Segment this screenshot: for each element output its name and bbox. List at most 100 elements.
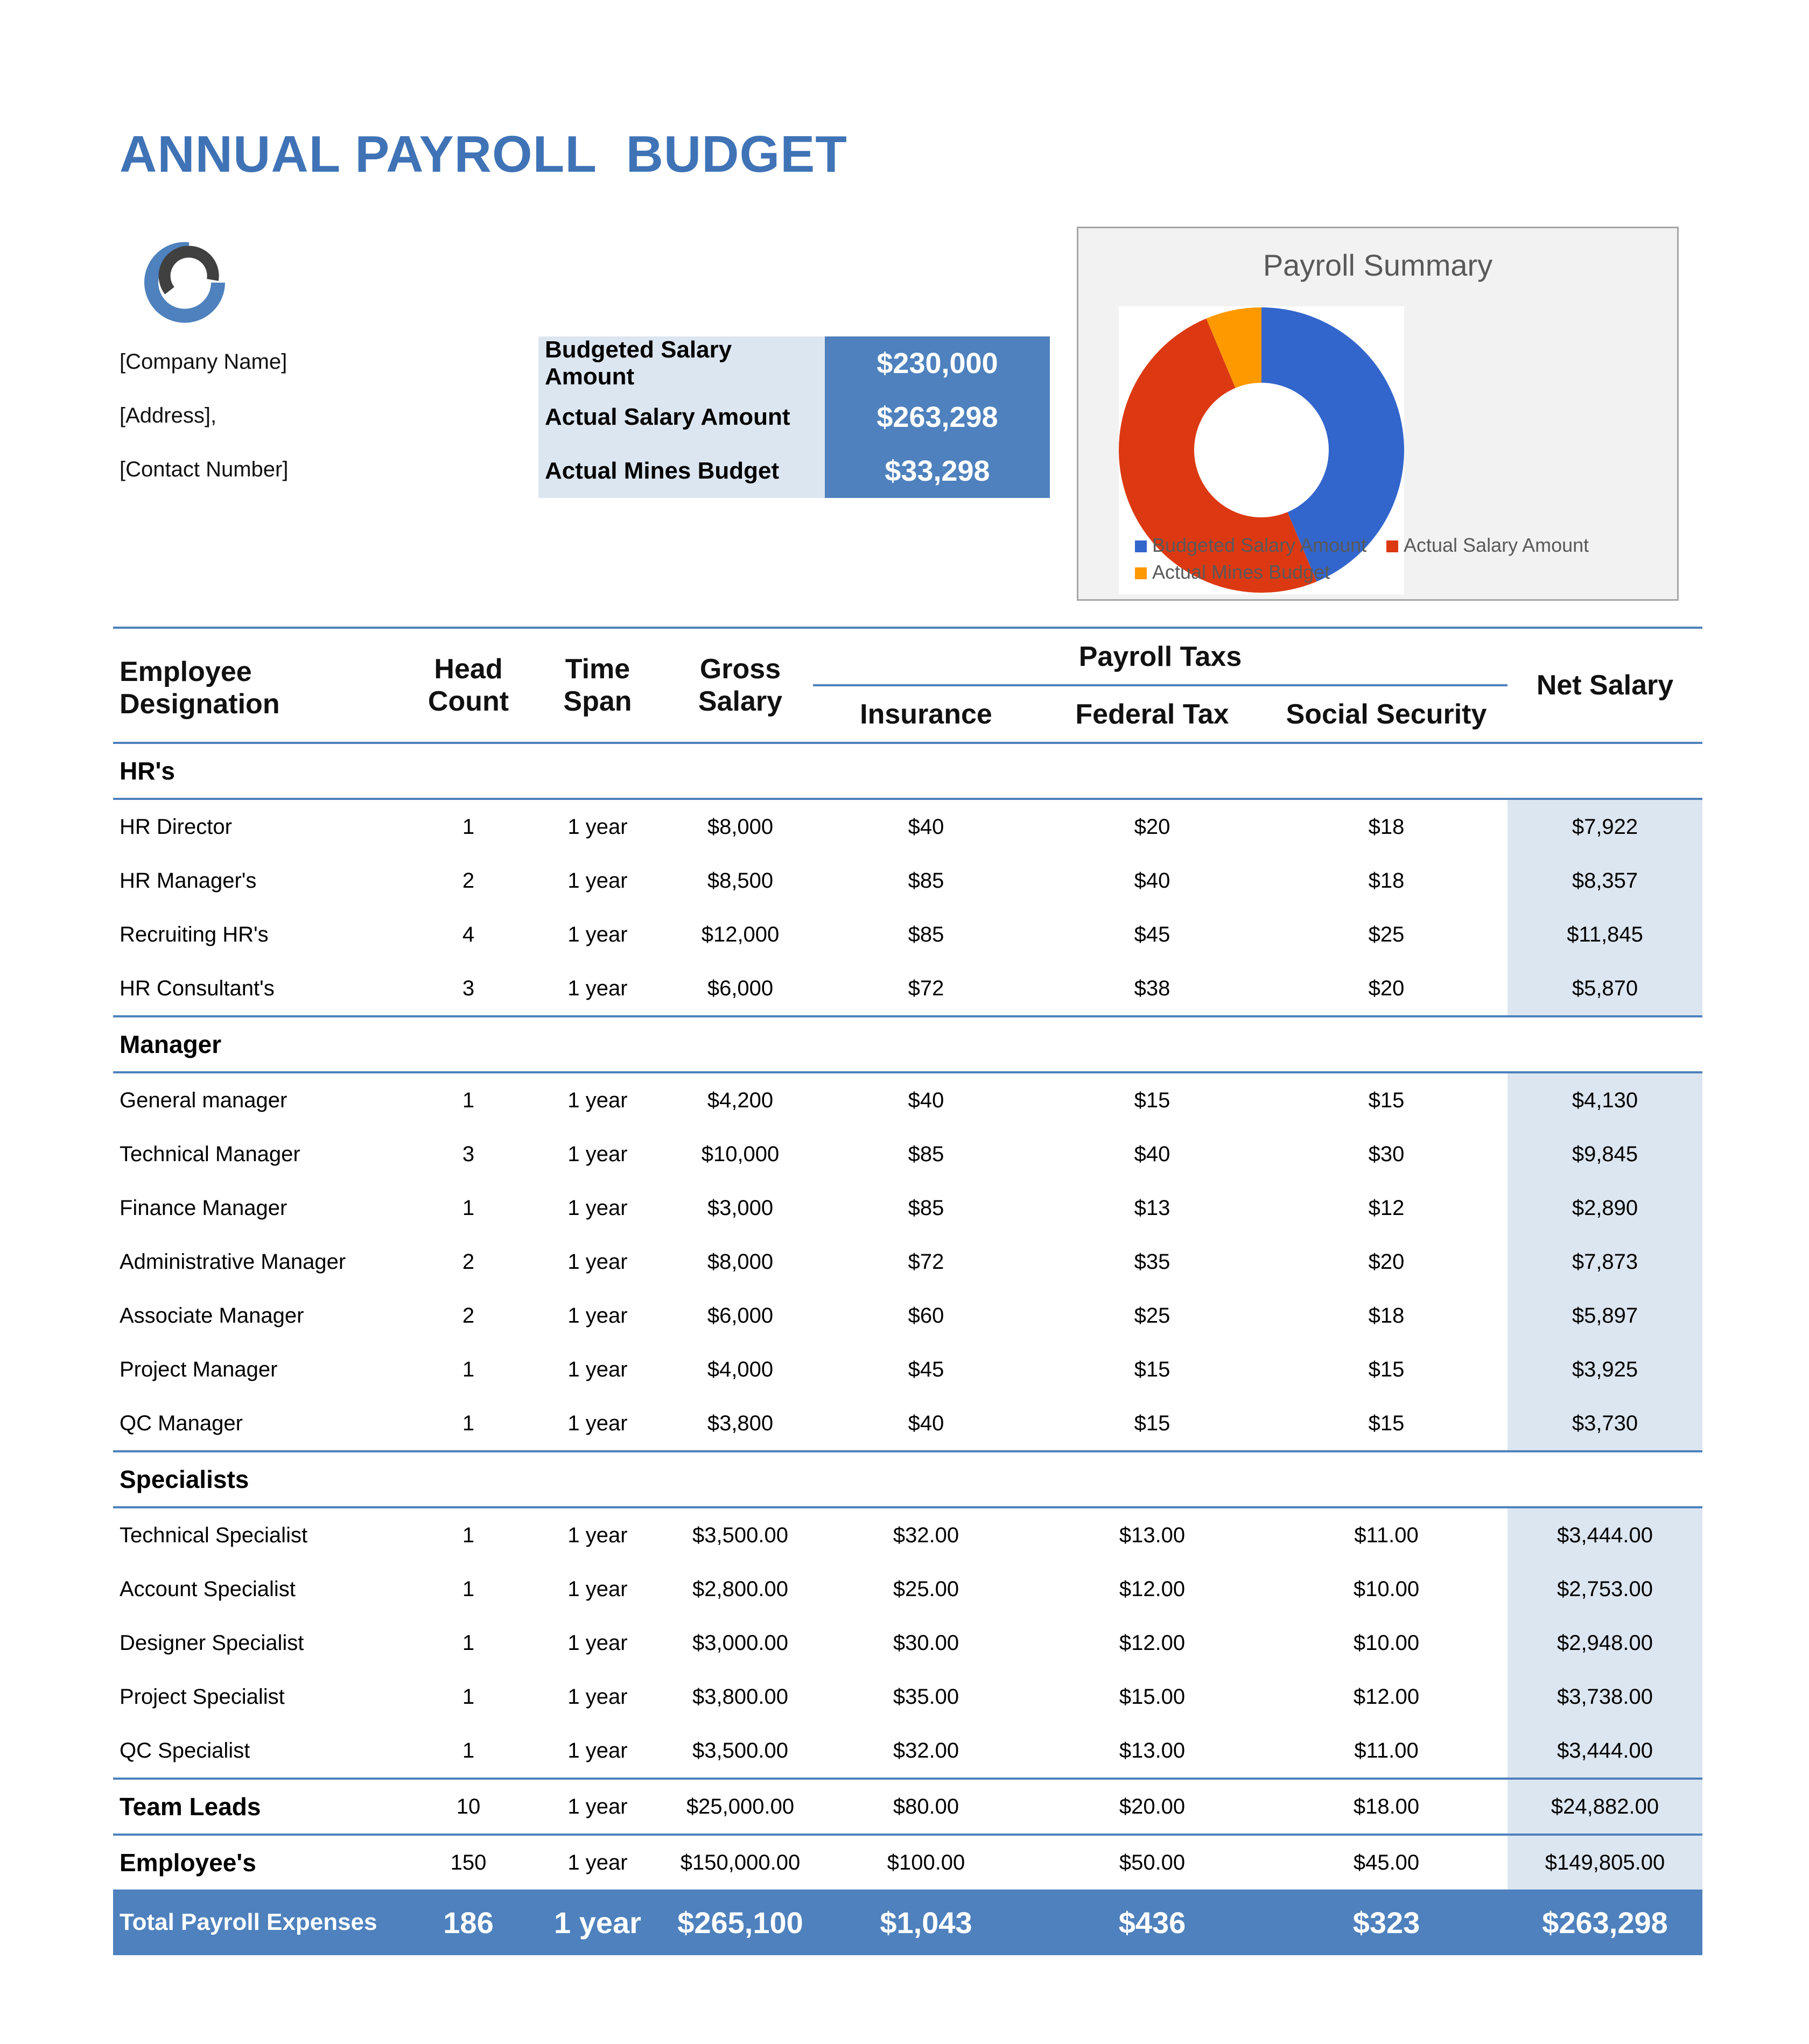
legend-label: Budgeted Salary Amount bbox=[1152, 534, 1367, 556]
table-row: Team Leads 10 1 year $25,000.00 $80.00 $20.00… bbox=[113, 1779, 1702, 1836]
cell-insurance: $85 bbox=[908, 1142, 944, 1166]
section-header-row: Specialists bbox=[113, 1451, 1702, 1508]
cell-head-count: 1 bbox=[462, 814, 475, 839]
cell-insurance: $72 bbox=[813, 961, 1039, 1017]
table-row: Finance Manager 1 1 year $3,000 $85 $13 $12 $2,… bbox=[113, 1181, 1702, 1235]
cell-gross-salary: $4,200 bbox=[707, 1088, 774, 1112]
header-federal-tax: Federal Tax bbox=[1039, 685, 1265, 744]
cell-gross-salary: $3,800.00 bbox=[692, 1684, 788, 1709]
summary-label: Actual Salary Amount bbox=[538, 390, 825, 444]
cell-gross-salary: $10,000 bbox=[701, 1142, 780, 1166]
cell-social-security: $12.00 bbox=[1353, 1684, 1420, 1709]
cell-net-salary: $5,897 bbox=[1508, 1289, 1702, 1343]
legend-item: Actual Salary Amount bbox=[1386, 534, 1589, 557]
total-federal-tax: $436 bbox=[1039, 1890, 1265, 1955]
section-title: Specialists bbox=[113, 1451, 1702, 1508]
table-row: Project Manager 1 1 year $4,000 $45 $15 $15 $3,… bbox=[113, 1343, 1702, 1396]
cell-head-count: 3 bbox=[409, 961, 528, 1017]
header-row: Employee Designation Head Count Time Spa… bbox=[113, 628, 1702, 744]
cell-name: Project Manager bbox=[120, 1357, 278, 1381]
legend-swatch bbox=[1135, 540, 1147, 553]
cell-time-span: 1 year bbox=[567, 1684, 628, 1709]
table-row: Account Specialist 1 1 year $2,800.00 $25.00… bbox=[113, 1562, 1702, 1616]
cell-gross-salary: $6,000 bbox=[707, 1303, 774, 1327]
table-row: HR Manager's 2 1 year $8,500 $85 $40 $18 $8,357 bbox=[113, 854, 1702, 908]
section-title: HR's bbox=[113, 743, 1702, 800]
header-insurance: Insurance bbox=[813, 685, 1039, 744]
cell-time-span: 1 year bbox=[528, 961, 668, 1017]
table-row: HR Consultant's 3 1 year $6,000 $72 $38 $20 $5,… bbox=[113, 961, 1702, 1017]
cell-insurance: $100.00 bbox=[887, 1850, 965, 1874]
cell-social-security: $18 bbox=[1368, 814, 1405, 839]
cell-head-count: 2 bbox=[462, 1303, 475, 1327]
table-row: QC Specialist 1 1 year $3,500.00 $32.00 $13.0… bbox=[113, 1724, 1702, 1780]
cell-name: Associate Manager bbox=[120, 1303, 304, 1327]
cell-head-count: 1 bbox=[409, 1396, 528, 1452]
cell-name: Account Specialist bbox=[120, 1577, 296, 1601]
total-net-salary: $263,298 bbox=[1508, 1890, 1702, 1955]
cell-net-salary: $9,845 bbox=[1508, 1127, 1702, 1181]
cell-name: HR Consultant's bbox=[113, 961, 409, 1017]
cell-net-salary: $3,925 bbox=[1508, 1343, 1702, 1396]
cell-head-count: 4 bbox=[462, 922, 475, 946]
cell-net-salary: $8,357 bbox=[1508, 854, 1702, 908]
total-time-span: 1 year bbox=[528, 1890, 668, 1955]
summary-row: Budgeted Salary Amount $230,000 bbox=[538, 336, 1050, 390]
cell-time-span: 1 year bbox=[528, 1724, 668, 1780]
cell-time-span: 1 year bbox=[567, 868, 628, 893]
cell-gross-salary: $8,000 bbox=[707, 1249, 774, 1274]
cell-insurance: $85 bbox=[908, 922, 944, 946]
header-social-security: Social Security bbox=[1265, 685, 1508, 744]
cell-social-security: $10.00 bbox=[1353, 1577, 1420, 1601]
cell-social-security: $15 bbox=[1265, 1396, 1508, 1452]
cell-social-security: $18 bbox=[1368, 1303, 1405, 1327]
cell-federal-tax: $13.00 bbox=[1039, 1724, 1265, 1780]
total-name: Total Payroll Expenses bbox=[113, 1890, 409, 1955]
cell-social-security: $20 bbox=[1368, 1249, 1405, 1274]
cell-insurance: $32.00 bbox=[893, 1523, 959, 1547]
cell-net-salary: $4,130 bbox=[1508, 1072, 1702, 1127]
cell-social-security: $45.00 bbox=[1353, 1850, 1420, 1874]
cell-insurance: $85 bbox=[908, 1196, 944, 1220]
cell-gross-salary: $3,000 bbox=[707, 1196, 774, 1220]
cell-name: Project Specialist bbox=[120, 1684, 285, 1709]
cell-federal-tax: $38 bbox=[1039, 961, 1265, 1017]
cell-federal-tax: $15.00 bbox=[1119, 1684, 1186, 1709]
cell-time-span: 1 year bbox=[567, 922, 628, 946]
cell-federal-tax: $15 bbox=[1039, 1396, 1265, 1452]
legend-swatch bbox=[1386, 540, 1398, 553]
header-payroll-taxes: Payroll Taxs bbox=[813, 628, 1508, 686]
company-name: [Company Name] bbox=[120, 350, 288, 374]
cell-name: Designer Specialist bbox=[120, 1631, 304, 1655]
cell-insurance: $72 bbox=[908, 1249, 944, 1274]
cell-social-security: $11.00 bbox=[1354, 1523, 1419, 1547]
cell-time-span: 1 year bbox=[567, 1142, 628, 1166]
cell-name: Team Leads bbox=[113, 1779, 409, 1836]
cell-insurance: $85 bbox=[908, 868, 944, 893]
total-gross-salary: $265,100 bbox=[668, 1890, 813, 1955]
cell-insurance: $40 bbox=[908, 1088, 944, 1112]
cell-federal-tax: $40 bbox=[1134, 868, 1170, 893]
cell-net-salary: $5,870 bbox=[1508, 961, 1702, 1017]
cell-head-count: 1 bbox=[462, 1631, 475, 1655]
cell-social-security: $25 bbox=[1368, 922, 1405, 946]
cell-time-span: 1 year bbox=[528, 1396, 668, 1452]
total-head-count: 186 bbox=[409, 1890, 528, 1955]
cell-gross-salary: $3,500.00 bbox=[668, 1724, 813, 1780]
cell-gross-salary: $2,800.00 bbox=[692, 1577, 788, 1601]
cell-social-security: $15 bbox=[1368, 1357, 1405, 1381]
summary-value: $230,000 bbox=[825, 336, 1050, 390]
total-social-security: $323 bbox=[1265, 1890, 1508, 1955]
cell-head-count: 1 bbox=[462, 1684, 475, 1709]
payroll-summary-chart[interactable]: Payroll Summary Budgeted Salary Amount A… bbox=[1077, 227, 1679, 601]
cell-federal-tax: $15 bbox=[1134, 1088, 1170, 1112]
cell-insurance: $40 bbox=[908, 814, 944, 839]
cell-gross-salary: $8,500 bbox=[707, 868, 774, 893]
cell-federal-tax: $12.00 bbox=[1119, 1577, 1186, 1601]
cell-social-security: $15 bbox=[1368, 1088, 1405, 1112]
table-row: Project Specialist 1 1 year $3,800.00 $35.00… bbox=[113, 1670, 1702, 1724]
cell-social-security: $12 bbox=[1368, 1196, 1405, 1220]
cell-net-salary: $2,890 bbox=[1508, 1181, 1702, 1235]
cell-time-span: 1 year bbox=[567, 814, 628, 839]
cell-federal-tax: $15 bbox=[1134, 1357, 1170, 1381]
